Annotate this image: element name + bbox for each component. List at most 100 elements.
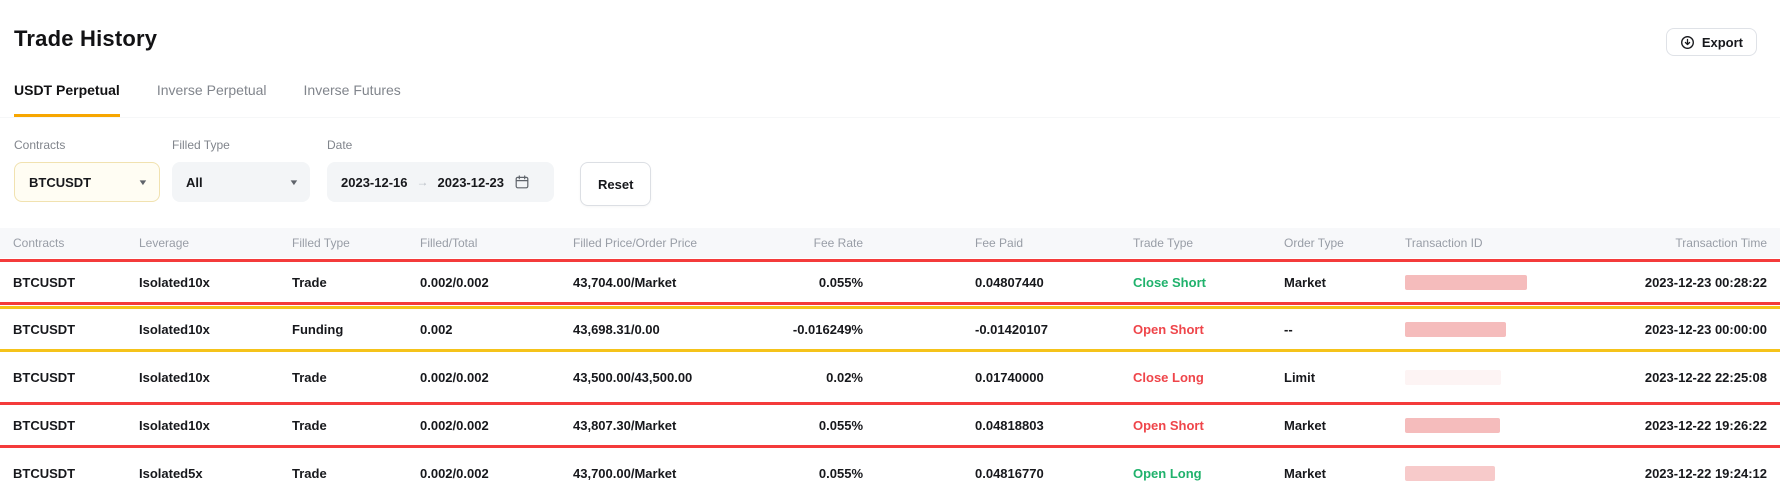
cell-contracts: BTCUSDT	[13, 370, 139, 385]
cell-leverage: Isolated10x	[139, 370, 292, 385]
row-highlight-annotation-yellow: BTCUSDTIsolated10xFunding0.00243,698.31/…	[0, 306, 1780, 352]
export-button[interactable]: Export	[1666, 28, 1757, 56]
table-body: BTCUSDTIsolated10xTrade0.002/0.00243,704…	[0, 259, 1780, 485]
cell-trade-type: Close Short	[1133, 275, 1284, 290]
reset-group: Reset	[580, 138, 651, 206]
spacer	[580, 138, 651, 152]
cell-leverage: Isolated10x	[139, 418, 292, 433]
date-range-input[interactable]: 2023-12-16 → 2023-12-23	[327, 162, 554, 202]
cell-transaction-id	[1405, 418, 1601, 433]
cell-fee-paid: 0.01740000	[863, 370, 1133, 385]
cell-fee-paid: 0.04818803	[863, 418, 1133, 433]
cell-transaction-time: 2023-12-23 00:00:00	[1601, 322, 1767, 337]
trade-history-table: ContractsLeverageFilled TypeFilled/Total…	[0, 228, 1780, 485]
export-button-label: Export	[1702, 35, 1743, 50]
cell-contracts: BTCUSDT	[13, 322, 139, 337]
cell-order-type: Market	[1284, 466, 1405, 481]
column-header-fee-rate[interactable]: Fee Rate	[746, 236, 863, 250]
table-row: BTCUSDTIsolated10xTrade0.002/0.00243,500…	[0, 353, 1780, 401]
column-header-label: Transaction ID	[1405, 236, 1483, 250]
cell-transaction-time: 2023-12-22 19:24:12	[1601, 466, 1767, 481]
column-header-label: Fee Rate	[814, 236, 863, 250]
cell-leverage: Isolated10x	[139, 322, 292, 337]
tab-inverse-perpetual[interactable]: Inverse Perpetual	[157, 82, 267, 117]
transaction-id-redacted-block	[1405, 275, 1527, 290]
row-highlight-annotation-red: BTCUSDTIsolated10xTrade0.002/0.00243,807…	[0, 402, 1780, 448]
cell-filled-type: Trade	[292, 275, 420, 290]
cell-fee-rate: 0.055%	[746, 275, 863, 290]
cell-transaction-id	[1405, 370, 1601, 385]
filter-bar: Contracts BTCUSDT ▼ Filled Type All ▼ Da…	[0, 138, 1780, 206]
contracts-select[interactable]: BTCUSDT ▼	[14, 162, 160, 202]
cell-fee-rate: 0.055%	[746, 418, 863, 433]
cell-order-type: Market	[1284, 275, 1405, 290]
cell-filled-total: 0.002/0.002	[420, 466, 573, 481]
column-header-fee-paid: Fee Paid	[863, 236, 1133, 250]
column-header-label: Contracts	[13, 236, 64, 250]
cell-filled-total: 0.002/0.002	[420, 275, 573, 290]
cell-filled-total: 0.002/0.002	[420, 370, 573, 385]
reset-button[interactable]: Reset	[580, 162, 651, 206]
cell-fee-rate: 0.055%	[746, 466, 863, 481]
table-header-row: ContractsLeverageFilled TypeFilled/Total…	[0, 228, 1780, 258]
cell-trade-type: Open Short	[1133, 418, 1284, 433]
cell-fee-paid: 0.04807440	[863, 275, 1133, 290]
page-header: Trade History Export	[0, 0, 1780, 52]
column-header-label: Filled Type	[292, 236, 350, 250]
cell-order-type: Market	[1284, 418, 1405, 433]
cell-transaction-time: 2023-12-22 22:25:08	[1601, 370, 1767, 385]
cell-filled-price: 43,704.00/Market	[573, 275, 746, 290]
cell-transaction-id	[1405, 275, 1601, 290]
column-header-transaction-time: Transaction Time	[1601, 236, 1767, 250]
tab-usdt-perpetual[interactable]: USDT Perpetual	[14, 82, 120, 117]
page-title: Trade History	[14, 26, 1766, 52]
filled-type-filter: Filled Type All ▼	[172, 138, 327, 202]
contracts-select-value: BTCUSDT	[29, 175, 91, 190]
table-row: BTCUSDTIsolated5xTrade0.002/0.00243,700.…	[0, 449, 1780, 485]
column-header-transaction-id: Transaction ID	[1405, 236, 1601, 250]
column-header-label: Order Type	[1284, 236, 1344, 250]
contracts-label: Contracts	[14, 138, 172, 152]
calendar-icon	[515, 175, 529, 189]
tab-bar: USDT Perpetual Inverse Perpetual Inverse F…	[0, 82, 1780, 118]
cell-filled-type: Funding	[292, 322, 420, 337]
chevron-down-icon: ▼	[288, 178, 299, 187]
tab-inverse-futures[interactable]: Inverse Futures	[304, 82, 401, 117]
filled-type-label: Filled Type	[172, 138, 327, 152]
transaction-id-redacted-block	[1405, 370, 1501, 385]
cell-contracts: BTCUSDT	[13, 418, 139, 433]
cell-fee-rate: 0.02%	[746, 370, 863, 385]
cell-leverage: Isolated5x	[139, 466, 292, 481]
transaction-id-redacted-block	[1405, 418, 1500, 433]
table-row: BTCUSDTIsolated10xTrade0.002/0.00243,807…	[0, 405, 1780, 445]
column-header-label: Trade Type	[1133, 236, 1193, 250]
cell-order-type: Limit	[1284, 370, 1405, 385]
row-highlight-annotation-red: BTCUSDTIsolated10xTrade0.002/0.00243,704…	[0, 259, 1780, 305]
cell-filled-type: Trade	[292, 418, 420, 433]
column-header-label: Leverage	[139, 236, 189, 250]
cell-leverage: Isolated10x	[139, 275, 292, 290]
column-header-filled-type: Filled Type	[292, 236, 420, 250]
cell-trade-type: Open Long	[1133, 466, 1284, 481]
cell-transaction-time: 2023-12-22 19:26:22	[1601, 418, 1767, 433]
cell-filled-type: Trade	[292, 370, 420, 385]
cell-transaction-time: 2023-12-23 00:28:22	[1601, 275, 1767, 290]
cell-contracts: BTCUSDT	[13, 466, 139, 481]
cell-filled-price: 43,500.00/43,500.00	[573, 370, 746, 385]
contracts-filter: Contracts BTCUSDT ▼	[14, 138, 172, 202]
cell-filled-total: 0.002	[420, 322, 573, 337]
trade-history-page: Trade History Export USDT Perpetual Inver…	[0, 0, 1780, 485]
cell-transaction-id	[1405, 466, 1601, 481]
date-end-value: 2023-12-23	[438, 175, 505, 190]
cell-trade-type: Open Short	[1133, 322, 1284, 337]
column-header-order-type: Order Type	[1284, 236, 1405, 250]
cell-fee-paid: -0.01420107	[863, 322, 1133, 337]
cell-fee-rate: -0.016249%	[746, 322, 863, 337]
filled-type-select[interactable]: All ▼	[172, 162, 310, 202]
cell-transaction-id	[1405, 322, 1601, 337]
column-header-leverage: Leverage	[139, 236, 292, 250]
date-filter: Date 2023-12-16 → 2023-12-23	[327, 138, 580, 202]
cell-trade-type: Close Long	[1133, 370, 1284, 385]
column-header-trade-type: Trade Type	[1133, 236, 1284, 250]
cell-filled-price: 43,807.30/Market	[573, 418, 746, 433]
